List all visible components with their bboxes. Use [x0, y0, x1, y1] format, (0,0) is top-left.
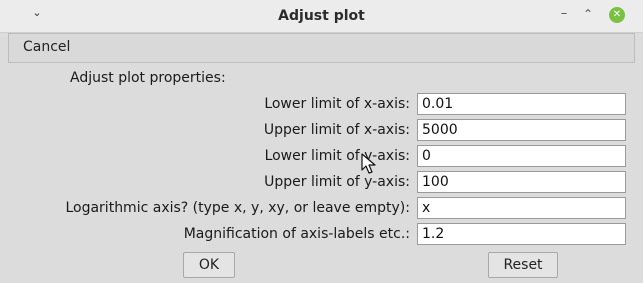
magnification-label: Magnification of axis-labels etc.: [183, 226, 410, 242]
mouse-pointer-icon [361, 153, 376, 174]
y-lower-label: Lower limit of y-axis: [264, 148, 410, 164]
close-icon[interactable]: ✕ [609, 7, 625, 23]
x-upper-label: Upper limit of x-axis: [263, 122, 410, 138]
window-title: Adjust plot [278, 8, 365, 24]
x-lower-input[interactable] [417, 93, 626, 115]
y-lower-input[interactable] [417, 145, 626, 167]
title-bar: ⌄ Adjust plot – ⌃ ✕ [0, 0, 643, 33]
reset-button[interactable]: Reset [488, 252, 558, 278]
maximize-icon[interactable]: ⌃ [581, 6, 595, 22]
log-axis-label: Logarithmic axis? (type x, y, xy, or lea… [65, 200, 410, 216]
y-upper-label: Upper limit of y-axis: [264, 174, 410, 190]
y-upper-input[interactable] [417, 171, 626, 193]
cancel-menu-item[interactable]: Cancel [23, 39, 70, 55]
ok-button[interactable]: OK [183, 252, 235, 278]
menu-bar: Cancel [8, 33, 635, 63]
minimize-icon[interactable]: – [557, 6, 571, 22]
x-upper-input[interactable] [417, 119, 626, 141]
magnification-input[interactable] [417, 223, 626, 245]
x-lower-label: Lower limit of x-axis: [264, 96, 410, 112]
form-heading: Adjust plot properties: [70, 70, 226, 86]
log-axis-input[interactable] [417, 197, 626, 219]
